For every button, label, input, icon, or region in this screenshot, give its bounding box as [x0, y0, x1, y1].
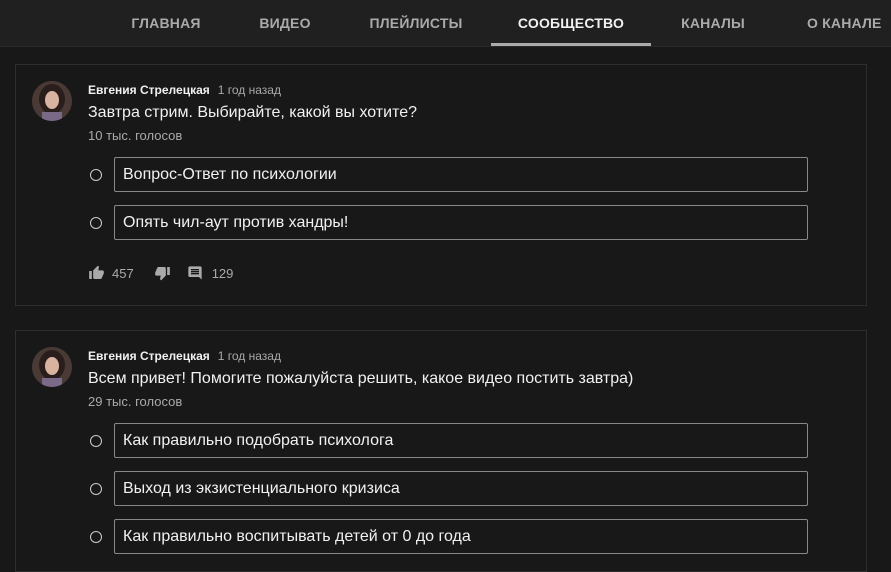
radio-button-icon[interactable] — [90, 169, 102, 181]
post-meta: Евгения Стрелецкая 1 год назад — [88, 349, 281, 363]
poll-option[interactable]: Выход из экзистенциального кризиса — [88, 471, 808, 507]
tab-videos[interactable]: ВИДЕО — [240, 0, 330, 46]
poll-option[interactable]: Как правильно подобрать психолога — [88, 423, 808, 459]
vote-count: 10 тыс. голосов — [88, 128, 183, 143]
avatar[interactable] — [32, 81, 72, 121]
like-button[interactable]: 457 — [88, 265, 134, 281]
post-actions: 457 129 — [88, 263, 233, 283]
post-time[interactable]: 1 год назад — [218, 83, 281, 97]
poll-option[interactable]: Как правильно воспитывать детей от 0 до … — [88, 519, 808, 555]
comment-icon — [187, 265, 203, 281]
avatar[interactable] — [32, 347, 72, 387]
radio-button-icon[interactable] — [90, 483, 102, 495]
thumb-up-icon — [88, 265, 105, 281]
radio-button-icon[interactable] — [90, 217, 102, 229]
post-meta: Евгения Стрелецкая 1 год назад — [88, 83, 281, 97]
poll-option-box[interactable]: Как правильно подобрать психолога — [114, 423, 808, 458]
radio-button-icon[interactable] — [90, 435, 102, 447]
poll-option-box[interactable]: Опять чил-аут против хандры! — [114, 205, 808, 240]
post-text: Завтра стрим. Выбирайте, какой вы хотите… — [88, 104, 418, 121]
author-name[interactable]: Евгения Стрелецкая — [88, 83, 210, 97]
radio-button-icon[interactable] — [90, 531, 102, 543]
channel-tabs: ГЛАВНАЯ ВИДЕО ПЛЕЙЛИСТЫ СООБЩЕСТВО КАНАЛ… — [0, 0, 891, 47]
poll-option[interactable]: Опять чил-аут против хандры! — [88, 205, 808, 241]
thumb-down-icon — [154, 265, 171, 281]
poll-option-box[interactable]: Выход из экзистенциального кризиса — [114, 471, 808, 506]
community-post: Евгения Стрелецкая 1 год назад Завтра ст… — [15, 64, 867, 306]
comment-count: 129 — [211, 265, 234, 281]
tab-home[interactable]: ГЛАВНАЯ — [118, 0, 214, 46]
vote-count: 29 тыс. голосов — [88, 394, 183, 409]
poll-option-box[interactable]: Вопрос-Ответ по психологии — [114, 157, 808, 192]
poll-option-box[interactable]: Как правильно воспитывать детей от 0 до … — [114, 519, 808, 554]
poll-option[interactable]: Вопрос-Ответ по психологии — [88, 157, 808, 193]
tab-community[interactable]: СООБЩЕСТВО — [491, 0, 651, 46]
post-time[interactable]: 1 год назад — [218, 349, 281, 363]
tab-playlists[interactable]: ПЛЕЙЛИСТЫ — [356, 0, 476, 46]
like-count: 457 — [112, 265, 134, 281]
community-post: Евгения Стрелецкая 1 год назад Всем прив… — [15, 330, 867, 572]
author-name[interactable]: Евгения Стрелецкая — [88, 349, 210, 363]
tab-channels[interactable]: КАНАЛЫ — [668, 0, 758, 46]
tab-about[interactable]: О КАНАЛЕ — [792, 0, 891, 46]
comment-button[interactable]: 129 — [187, 265, 234, 281]
dislike-button[interactable] — [154, 265, 171, 281]
post-text: Всем привет! Помогите пожалуйста решить,… — [88, 370, 634, 387]
